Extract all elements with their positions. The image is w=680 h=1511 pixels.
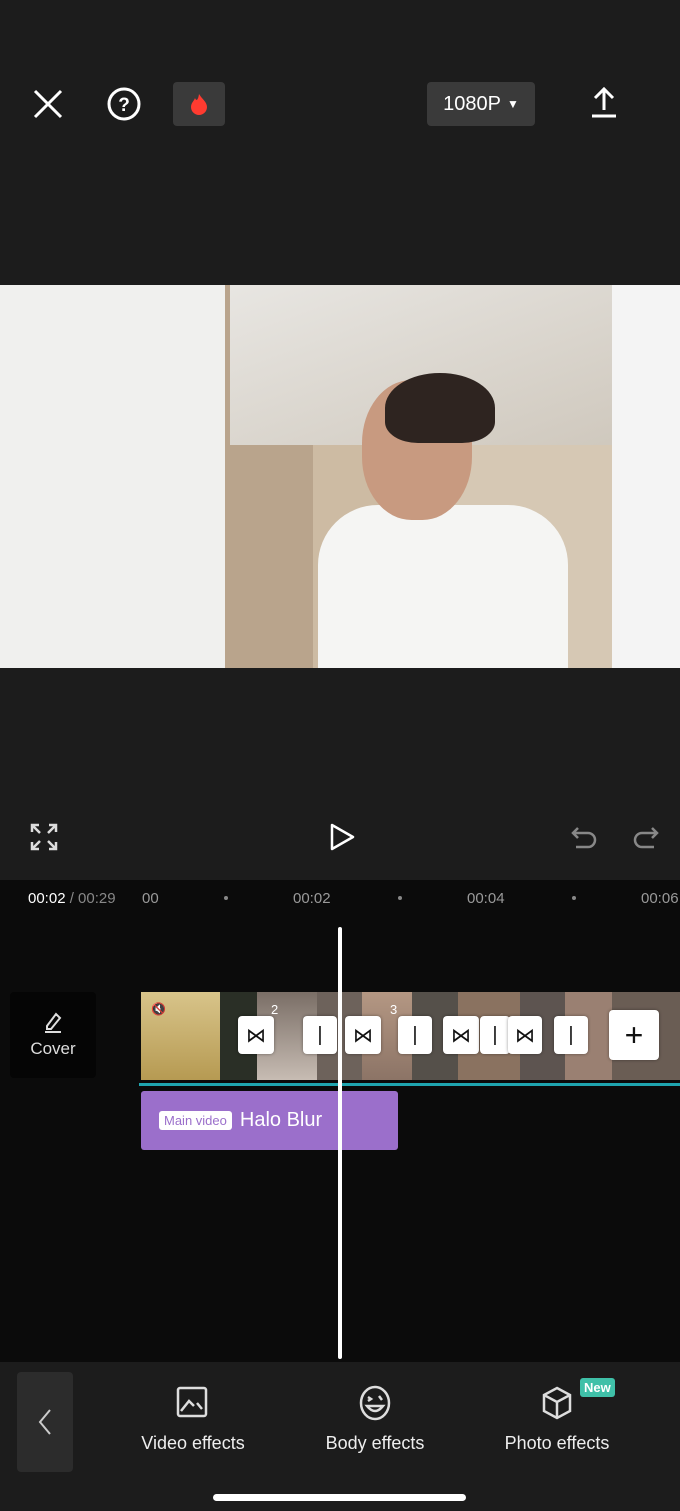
body-effects-button[interactable]: Body effects bbox=[325, 1385, 425, 1454]
chevron-left-icon bbox=[38, 1409, 51, 1435]
video-effects-label: Video effects bbox=[141, 1433, 245, 1453]
help-icon[interactable]: ? bbox=[104, 84, 144, 124]
transition-icon[interactable]: | bbox=[398, 1016, 432, 1054]
play-icon[interactable] bbox=[328, 823, 356, 856]
speed-badge: 3 bbox=[390, 1002, 398, 1017]
wall bbox=[612, 285, 680, 668]
transition-icon[interactable]: ⋈ bbox=[508, 1016, 542, 1054]
tick-label: 00:04 bbox=[467, 890, 505, 907]
person-hair bbox=[385, 373, 495, 443]
door bbox=[0, 285, 225, 668]
back-button[interactable] bbox=[17, 1372, 73, 1472]
mute-icon: 🔇 bbox=[151, 1002, 166, 1016]
transition-icon[interactable]: | bbox=[303, 1016, 337, 1054]
upload-icon[interactable] bbox=[584, 82, 624, 122]
add-clip-button[interactable]: + bbox=[609, 1010, 659, 1060]
photo-effects-label: Photo effects bbox=[504, 1433, 610, 1453]
transition-icon[interactable]: ⋈ bbox=[345, 1016, 381, 1054]
track-underline bbox=[139, 1083, 680, 1086]
speed-badge: 2 bbox=[271, 1002, 279, 1017]
transition-icon[interactable]: | bbox=[480, 1016, 510, 1054]
edit-icon bbox=[45, 1012, 62, 1033]
effect-label: Halo Blur bbox=[239, 1109, 323, 1131]
tick-label: 00:02 bbox=[293, 890, 331, 907]
home-indicator[interactable] bbox=[213, 1494, 466, 1501]
time-readout: 00:02 / 00:29 bbox=[28, 890, 116, 907]
transition-icon[interactable]: ⋈ bbox=[238, 1016, 274, 1054]
transition-icon[interactable]: | bbox=[554, 1016, 588, 1054]
cover-label: Cover bbox=[30, 1039, 76, 1058]
total-time: / 00:29 bbox=[69, 890, 116, 907]
video-effects-button[interactable]: Video effects bbox=[140, 1385, 246, 1454]
clip-thumbnail[interactable]: 🔇 bbox=[141, 992, 220, 1080]
resolution-label: 1080P bbox=[443, 92, 501, 115]
new-badge: New bbox=[580, 1378, 615, 1397]
resolution-dropdown[interactable]: 1080P ▼ bbox=[427, 82, 535, 126]
undo-icon[interactable] bbox=[570, 824, 598, 855]
caret-down-icon: ▼ bbox=[506, 97, 519, 111]
body-effects-icon bbox=[359, 1385, 391, 1421]
tick-dot bbox=[398, 896, 402, 900]
current-time: 00:02 bbox=[28, 890, 66, 907]
person-shirt bbox=[318, 505, 568, 668]
transition-icon[interactable]: ⋈ bbox=[443, 1016, 479, 1054]
video-preview[interactable] bbox=[0, 285, 680, 668]
photo-effects-icon bbox=[542, 1386, 572, 1420]
tick-dot bbox=[572, 896, 576, 900]
tick-dot bbox=[224, 896, 228, 900]
tick-label: 00 bbox=[142, 890, 159, 907]
close-icon[interactable] bbox=[28, 84, 68, 124]
cover-button[interactable]: Cover bbox=[10, 992, 96, 1078]
body-effects-label: Body effects bbox=[325, 1433, 425, 1453]
fire-icon[interactable] bbox=[173, 82, 225, 126]
playhead[interactable] bbox=[338, 927, 342, 1359]
redo-icon[interactable] bbox=[632, 824, 660, 855]
video-effects-icon bbox=[176, 1386, 208, 1418]
effect-clip[interactable]: Main video Halo Blur bbox=[141, 1091, 398, 1150]
main-video-badge: Main video bbox=[159, 1111, 232, 1130]
fullscreen-icon[interactable] bbox=[30, 823, 58, 856]
svg-text:?: ? bbox=[118, 95, 130, 116]
tick-label: 00:06 bbox=[641, 890, 679, 907]
